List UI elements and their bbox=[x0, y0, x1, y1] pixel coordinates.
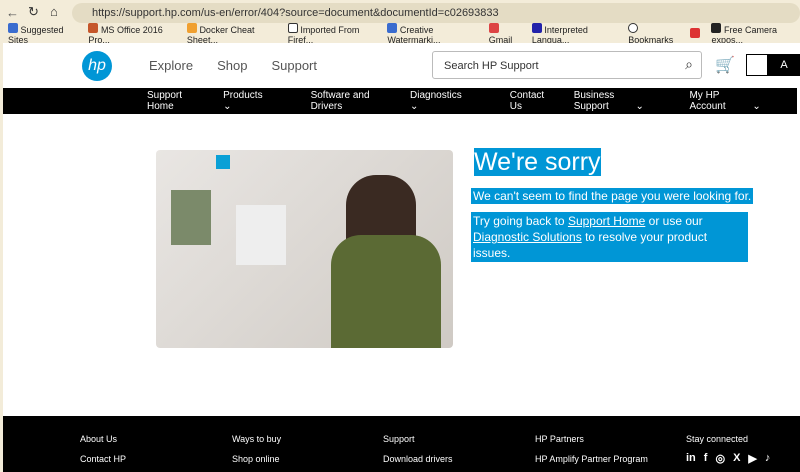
footer-link[interactable]: Shop online bbox=[232, 454, 280, 464]
nav-contact[interactable]: Contact Us bbox=[510, 90, 550, 112]
nav-business[interactable]: Business Support ⌄ bbox=[574, 90, 666, 112]
diagnostic-solutions-link[interactable]: Diagnostic Solutions bbox=[473, 230, 582, 244]
nav-shop[interactable]: Shop bbox=[217, 58, 247, 73]
nav-software-drivers[interactable]: Software and Drivers bbox=[311, 90, 386, 112]
error-suggestion: Try going back to Support Home or use ou… bbox=[471, 212, 748, 262]
x-icon[interactable]: X bbox=[733, 452, 740, 465]
footer-heading: HP Partners bbox=[535, 434, 584, 444]
footer-heading: Support bbox=[383, 434, 415, 444]
url-text: https://support.hp.com/us-en/error/404?s… bbox=[92, 7, 499, 19]
back-icon[interactable]: ← bbox=[6, 5, 19, 20]
nav-support[interactable]: Support bbox=[271, 58, 317, 73]
instagram-icon[interactable]: ◎ bbox=[715, 452, 725, 465]
bookmark[interactable]: Docker Cheat Sheet... bbox=[186, 23, 277, 45]
bookmark[interactable]: Imported From Firef... bbox=[287, 23, 377, 45]
address-bar[interactable]: https://support.hp.com/us-en/error/404?s… bbox=[72, 3, 800, 23]
footer-link[interactable]: Download drivers bbox=[383, 454, 453, 464]
footer-heading: Stay connected bbox=[686, 434, 749, 444]
bookmarks-bar: Suggested Sites MS Office 2016 Pro... Do… bbox=[8, 23, 800, 45]
bookmark[interactable]: MS Office 2016 Pro... bbox=[88, 23, 175, 45]
hp-logo[interactable]: hp bbox=[82, 51, 112, 81]
bookmark[interactable]: Suggested Sites bbox=[8, 23, 77, 45]
facebook-icon[interactable]: f bbox=[704, 452, 708, 465]
nav-diagnostics[interactable]: Diagnostics ⌄ bbox=[410, 90, 486, 112]
avatar[interactable]: A bbox=[768, 54, 800, 76]
bookmark[interactable]: Gmail bbox=[488, 23, 521, 45]
user-icon[interactable] bbox=[746, 54, 768, 76]
search-icon[interactable]: ⌕ bbox=[685, 56, 693, 73]
cart-icon[interactable]: 🛒 bbox=[715, 55, 735, 75]
footer-link[interactable]: Contact HP bbox=[80, 454, 126, 464]
nav-products[interactable]: Products ⌄ bbox=[223, 90, 286, 112]
youtube-icon[interactable]: ▶ bbox=[748, 452, 756, 465]
support-home-link[interactable]: Support Home bbox=[568, 214, 645, 228]
bookmark[interactable]: Bookmarks bbox=[628, 23, 679, 45]
error-title: We're sorry bbox=[474, 148, 601, 176]
hero-image bbox=[156, 150, 453, 348]
footer: About Us Contact HP Ways to buy Shop onl… bbox=[3, 416, 800, 472]
footer-link[interactable]: HP Amplify Partner Program bbox=[535, 454, 648, 464]
nav-explore[interactable]: Explore bbox=[149, 58, 193, 73]
bookmark[interactable]: Creative Watermarki... bbox=[387, 23, 477, 45]
page: hp Explore Shop Support Search HP Suppor… bbox=[3, 43, 800, 472]
footer-heading: About Us bbox=[80, 434, 118, 444]
main-nav: Support Home Products ⌄ Software and Dri… bbox=[3, 88, 797, 114]
nav-support-home[interactable]: Support Home bbox=[147, 90, 199, 112]
home-icon[interactable]: ⌂ bbox=[50, 4, 58, 19]
tiktok-icon[interactable]: ♪ bbox=[765, 452, 771, 465]
error-message: We can't seem to find the page you were … bbox=[471, 188, 754, 204]
refresh-icon[interactable]: ↻ bbox=[28, 4, 39, 20]
footer-heading: Ways to buy bbox=[232, 434, 282, 444]
bookmark[interactable]: Free Camera expos... bbox=[711, 23, 800, 45]
linkedin-icon[interactable]: in bbox=[686, 452, 696, 465]
bookmark[interactable]: Interpreted Langua... bbox=[531, 23, 617, 45]
bookmark[interactable] bbox=[690, 28, 701, 40]
nav-account[interactable]: My HP Account ⌄ bbox=[689, 90, 773, 112]
search-input[interactable]: Search HP Support ⌕ bbox=[432, 51, 702, 79]
